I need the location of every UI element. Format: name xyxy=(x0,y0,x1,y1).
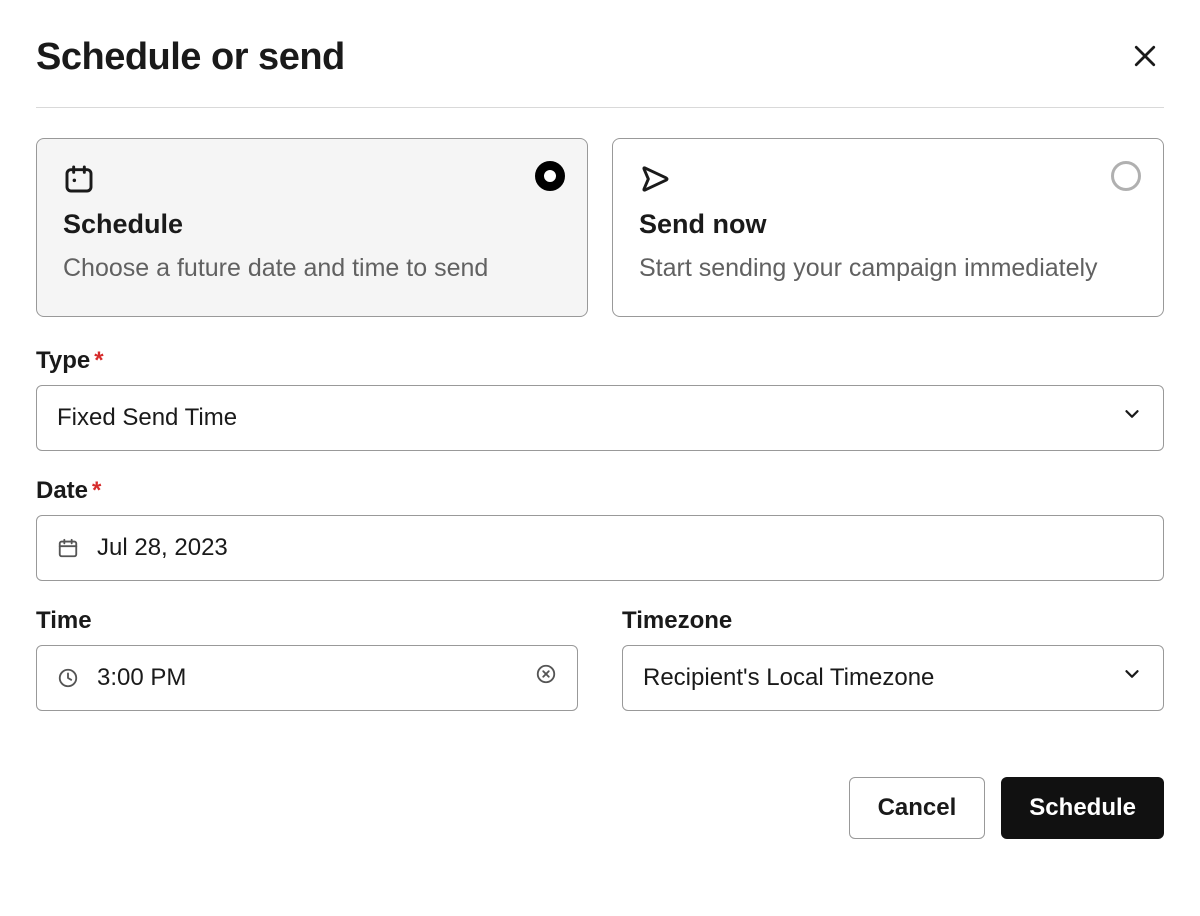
timezone-label: Timezone xyxy=(622,607,1164,635)
required-indicator: * xyxy=(94,347,103,374)
chevron-down-icon xyxy=(1121,403,1143,432)
send-options: Schedule Choose a future date and time t… xyxy=(36,138,1164,317)
time-group: Time 3:00 PM xyxy=(36,607,578,711)
type-value: Fixed Send Time xyxy=(57,404,237,432)
time-label: Time xyxy=(36,607,578,635)
clock-icon xyxy=(57,667,79,689)
option-send-now[interactable]: Send now Start sending your campaign imm… xyxy=(612,138,1164,317)
option-schedule[interactable]: Schedule Choose a future date and time t… xyxy=(36,138,588,317)
date-value: Jul 28, 2023 xyxy=(97,534,228,562)
timezone-select[interactable]: Recipient's Local Timezone xyxy=(622,645,1164,711)
option-send-now-title: Send now xyxy=(639,209,1137,240)
calendar-icon xyxy=(63,163,95,195)
type-label: Type* xyxy=(36,347,1164,375)
time-value: 3:00 PM xyxy=(97,664,186,692)
close-button[interactable] xyxy=(1126,37,1164,78)
type-select[interactable]: Fixed Send Time xyxy=(36,385,1164,451)
radio-selected-icon xyxy=(535,161,565,191)
schedule-button[interactable]: Schedule xyxy=(1001,777,1164,839)
time-input[interactable]: 3:00 PM xyxy=(36,645,578,711)
clear-time-button[interactable] xyxy=(535,663,557,692)
option-send-now-description: Start sending your campaign immediately xyxy=(639,250,1137,288)
dialog-title: Schedule or send xyxy=(36,36,345,79)
date-label: Date* xyxy=(36,477,1164,505)
required-indicator: * xyxy=(92,477,101,504)
date-input[interactable]: Jul 28, 2023 xyxy=(36,515,1164,581)
send-icon xyxy=(639,163,671,195)
clear-icon xyxy=(535,663,557,692)
option-schedule-title: Schedule xyxy=(63,209,561,240)
cancel-button[interactable]: Cancel xyxy=(849,777,986,839)
chevron-down-icon xyxy=(1121,663,1143,692)
dialog-footer: Cancel Schedule xyxy=(36,777,1164,839)
calendar-icon xyxy=(57,537,79,559)
date-group: Date* Jul 28, 2023 xyxy=(36,477,1164,581)
close-icon xyxy=(1130,41,1160,71)
dialog-header: Schedule or send xyxy=(36,36,1164,108)
radio-unselected-icon xyxy=(1111,161,1141,191)
type-group: Type* Fixed Send Time xyxy=(36,347,1164,451)
option-schedule-description: Choose a future date and time to send xyxy=(63,250,561,288)
timezone-value: Recipient's Local Timezone xyxy=(643,664,934,692)
timezone-group: Timezone Recipient's Local Timezone xyxy=(622,607,1164,711)
